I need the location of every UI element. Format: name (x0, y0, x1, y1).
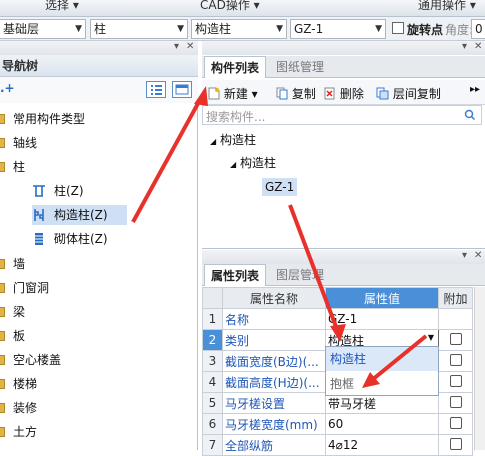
annotation-arrows (131, 86, 428, 388)
arrow-to-category-cell (288, 204, 346, 342)
arrow-to-new-button (131, 86, 208, 223)
arrow-to-dropdown-option (362, 334, 428, 388)
